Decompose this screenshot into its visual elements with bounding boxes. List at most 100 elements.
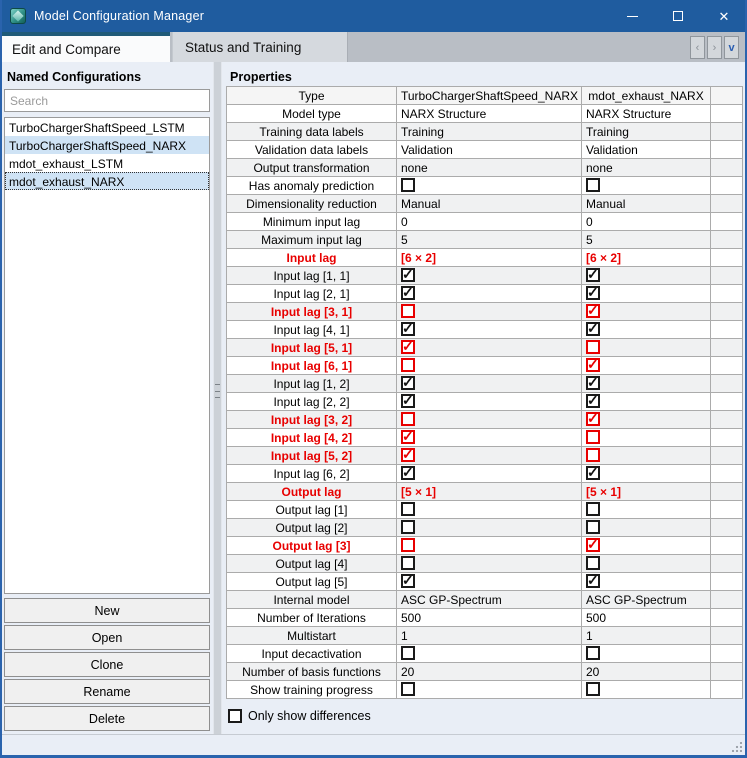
- config-list-item[interactable]: TurboChargerShaftSpeed_LSTM: [5, 118, 209, 136]
- tab-edit-and-compare[interactable]: Edit and Compare: [0, 32, 170, 62]
- property-value[interactable]: [582, 357, 711, 375]
- checkbox-checked-icon[interactable]: [401, 340, 415, 354]
- property-value[interactable]: 20: [397, 663, 582, 681]
- checkbox-checked-icon[interactable]: [401, 268, 415, 282]
- property-value[interactable]: [582, 519, 711, 537]
- property-value[interactable]: [397, 681, 582, 699]
- clone-button[interactable]: Clone: [4, 652, 210, 677]
- checkbox-unchecked-icon[interactable]: [586, 340, 600, 354]
- property-value[interactable]: [397, 177, 582, 195]
- checkbox-checked-icon[interactable]: [586, 394, 600, 408]
- checkbox-unchecked-icon[interactable]: [401, 304, 415, 318]
- checkbox-checked-icon[interactable]: [401, 286, 415, 300]
- checkbox-unchecked-icon[interactable]: [401, 412, 415, 426]
- property-value[interactable]: [582, 375, 711, 393]
- property-value[interactable]: [397, 411, 582, 429]
- rename-button[interactable]: Rename: [4, 679, 210, 704]
- property-value[interactable]: 0: [397, 213, 582, 231]
- open-button[interactable]: Open: [4, 625, 210, 650]
- property-value[interactable]: [582, 429, 711, 447]
- tab-list-dropdown-button[interactable]: v: [724, 36, 739, 59]
- checkbox-unchecked-icon[interactable]: [401, 646, 415, 660]
- property-value[interactable]: [397, 555, 582, 573]
- property-value[interactable]: [582, 267, 711, 285]
- property-value[interactable]: 5: [397, 231, 582, 249]
- checkbox-checked-icon[interactable]: [586, 574, 600, 588]
- checkbox-unchecked-icon[interactable]: [401, 502, 415, 516]
- property-value[interactable]: [397, 447, 582, 465]
- property-value[interactable]: [582, 465, 711, 483]
- checkbox-checked-icon[interactable]: [401, 466, 415, 480]
- property-value[interactable]: 1: [582, 627, 711, 645]
- property-value[interactable]: NARX Structure: [397, 105, 582, 123]
- property-value[interactable]: [5 × 1]: [397, 483, 582, 501]
- only-show-differences-checkbox[interactable]: [228, 709, 242, 723]
- property-value[interactable]: [6 × 2]: [582, 249, 711, 267]
- checkbox-checked-icon[interactable]: [586, 358, 600, 372]
- property-value[interactable]: [397, 357, 582, 375]
- checkbox-unchecked-icon[interactable]: [586, 502, 600, 516]
- property-value[interactable]: [397, 429, 582, 447]
- config-list-item[interactable]: mdot_exhaust_NARX: [5, 172, 209, 190]
- property-value[interactable]: [397, 375, 582, 393]
- checkbox-checked-icon[interactable]: [401, 448, 415, 462]
- checkbox-checked-icon[interactable]: [586, 286, 600, 300]
- close-button[interactable]: ✕: [701, 0, 747, 32]
- checkbox-checked-icon[interactable]: [401, 322, 415, 336]
- property-value[interactable]: [397, 537, 582, 555]
- property-value[interactable]: Validation: [397, 141, 582, 159]
- property-value[interactable]: [397, 519, 582, 537]
- checkbox-unchecked-icon[interactable]: [401, 178, 415, 192]
- checkbox-checked-icon[interactable]: [586, 268, 600, 282]
- property-value[interactable]: 0: [582, 213, 711, 231]
- property-value[interactable]: ASC GP-Spectrum: [397, 591, 582, 609]
- panel-splitter[interactable]: [213, 62, 222, 734]
- property-value[interactable]: [582, 177, 711, 195]
- property-value[interactable]: [582, 681, 711, 699]
- checkbox-checked-icon[interactable]: [586, 322, 600, 336]
- property-value[interactable]: [5 × 1]: [582, 483, 711, 501]
- config-list-item[interactable]: TurboChargerShaftSpeed_NARX: [5, 136, 209, 154]
- tab-status-and-training[interactable]: Status and Training: [172, 32, 348, 62]
- checkbox-unchecked-icon[interactable]: [586, 448, 600, 462]
- checkbox-unchecked-icon[interactable]: [401, 556, 415, 570]
- search-input[interactable]: [4, 89, 210, 112]
- checkbox-checked-icon[interactable]: [401, 376, 415, 390]
- checkbox-unchecked-icon[interactable]: [586, 556, 600, 570]
- property-value[interactable]: Training: [582, 123, 711, 141]
- config-list-item[interactable]: mdot_exhaust_LSTM: [5, 154, 209, 172]
- property-value[interactable]: [582, 393, 711, 411]
- checkbox-checked-icon[interactable]: [586, 376, 600, 390]
- property-value[interactable]: NARX Structure: [582, 105, 711, 123]
- property-value[interactable]: [582, 339, 711, 357]
- property-value[interactable]: Validation: [582, 141, 711, 159]
- property-value[interactable]: [6 × 2]: [397, 249, 582, 267]
- minimize-button[interactable]: [609, 0, 655, 32]
- new-button[interactable]: New: [4, 598, 210, 623]
- checkbox-checked-icon[interactable]: [586, 412, 600, 426]
- property-value[interactable]: 500: [397, 609, 582, 627]
- checkbox-unchecked-icon[interactable]: [586, 430, 600, 444]
- resize-grip[interactable]: [732, 742, 742, 752]
- property-value[interactable]: 1: [397, 627, 582, 645]
- property-value[interactable]: none: [582, 159, 711, 177]
- property-value[interactable]: [582, 285, 711, 303]
- checkbox-unchecked-icon[interactable]: [401, 358, 415, 372]
- property-value[interactable]: [582, 645, 711, 663]
- property-value[interactable]: [582, 501, 711, 519]
- property-value[interactable]: [397, 339, 582, 357]
- property-value[interactable]: [397, 393, 582, 411]
- checkbox-checked-icon[interactable]: [401, 430, 415, 444]
- property-value[interactable]: 5: [582, 231, 711, 249]
- property-value[interactable]: [397, 321, 582, 339]
- property-value[interactable]: [582, 303, 711, 321]
- maximize-button[interactable]: [655, 0, 701, 32]
- property-value[interactable]: [582, 447, 711, 465]
- checkbox-unchecked-icon[interactable]: [586, 178, 600, 192]
- property-value[interactable]: [397, 267, 582, 285]
- checkbox-unchecked-icon[interactable]: [401, 682, 415, 696]
- property-value[interactable]: [582, 555, 711, 573]
- checkbox-checked-icon[interactable]: [401, 394, 415, 408]
- checkbox-checked-icon[interactable]: [586, 538, 600, 552]
- checkbox-checked-icon[interactable]: [586, 304, 600, 318]
